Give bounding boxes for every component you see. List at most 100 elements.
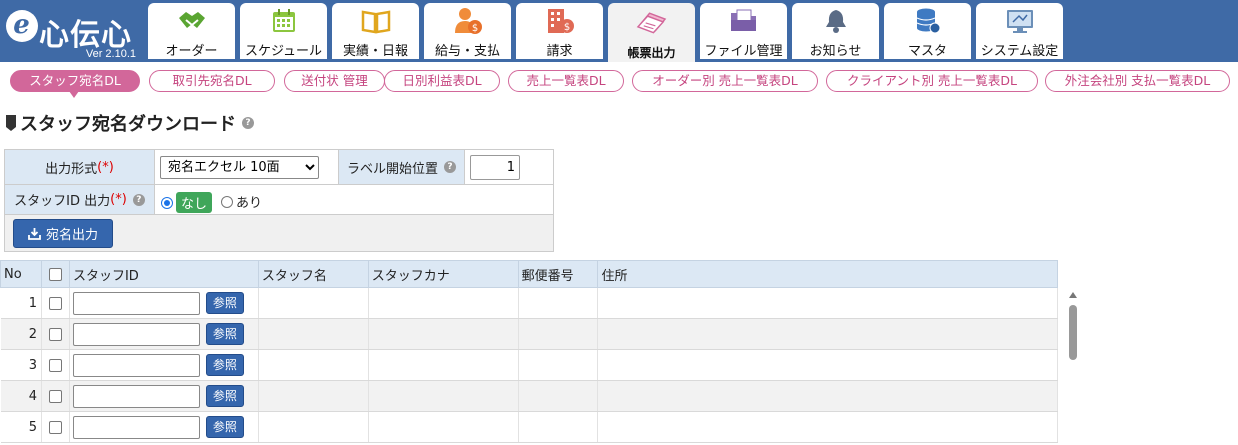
row-number: 5 xyxy=(0,411,42,443)
reference-button[interactable]: 参照 xyxy=(205,416,244,438)
nav-tab-schedule[interactable]: スケジュール xyxy=(240,3,327,59)
subtab-client-address-dl[interactable]: 取引先宛名DL xyxy=(149,70,275,92)
staff-id-cell: 参照 xyxy=(69,380,259,412)
output-format-select[interactable]: 宛名エクセル 10面 xyxy=(160,156,319,179)
staff-kana-cell xyxy=(368,318,519,350)
postal-code-cell xyxy=(518,380,599,412)
address-cell xyxy=(597,411,1058,443)
staff-name-cell xyxy=(258,349,369,381)
radio-none[interactable]: なし xyxy=(161,192,213,213)
staff-id-input[interactable] xyxy=(72,322,200,346)
subtab-cover-letter[interactable]: 送付状 管理 xyxy=(284,70,385,92)
table-row: 5 参照 xyxy=(0,411,1058,443)
help-icon[interactable]: ? xyxy=(444,161,456,173)
staff-id-input[interactable] xyxy=(72,384,200,408)
nav-tab-master[interactable]: マスタ xyxy=(884,3,971,59)
help-icon[interactable]: ? xyxy=(242,117,254,129)
download-options-form: 出力形式(*) 宛名エクセル 10面 ラベル開始位置? スタッフID 出力(*)… xyxy=(4,149,554,252)
row-number: 3 xyxy=(0,349,42,381)
subtab-daily-profit-dl[interactable]: 日別利益表DL xyxy=(384,70,500,92)
form-row-actions: 宛名出力 xyxy=(5,215,553,251)
col-header-select-all xyxy=(40,260,70,288)
row-checkbox[interactable] xyxy=(48,389,62,403)
nav-tab-order[interactable]: オーダー xyxy=(148,3,235,59)
staff-name-cell xyxy=(258,318,369,350)
scroll-up-arrow-icon[interactable] xyxy=(1069,292,1077,298)
address-cell xyxy=(597,318,1058,350)
label-start-position-input[interactable] xyxy=(470,155,520,180)
staff-name-cell xyxy=(258,380,369,412)
vertical-scrollbar-thumb[interactable] xyxy=(1069,305,1077,360)
row-checkbox[interactable] xyxy=(48,327,62,341)
nav-tab-billing[interactable]: $ 請求 xyxy=(516,3,603,59)
row-number: 2 xyxy=(0,318,42,350)
staff-table: No スタッフID スタッフ名 スタッフカナ 郵便番号 住所 1 参照 2 参照… xyxy=(0,260,1058,443)
address-cell xyxy=(597,349,1058,381)
postal-code-cell xyxy=(518,318,599,350)
row-checkbox[interactable] xyxy=(48,358,62,372)
help-icon[interactable]: ? xyxy=(132,193,145,206)
row-checkbox[interactable] xyxy=(48,296,62,310)
bell-icon xyxy=(820,7,851,35)
row-number: 1 xyxy=(0,287,42,319)
select-all-checkbox[interactable] xyxy=(48,267,62,281)
logo-e-icon: e xyxy=(6,10,38,42)
title-marker-icon xyxy=(6,115,16,131)
table-row: 3 参照 xyxy=(0,349,1058,381)
reference-button[interactable]: 参照 xyxy=(205,354,244,376)
staff-name-cell xyxy=(258,411,369,443)
nav-tab-payroll[interactable]: $ 給与・支払 xyxy=(424,3,511,59)
version-label: Ver 2.10.1 xyxy=(85,48,136,60)
nav-tab-notices[interactable]: お知らせ xyxy=(792,3,879,59)
app-logo[interactable]: e 心伝心 Ver 2.10.1 xyxy=(4,4,144,60)
col-header-address: 住所 xyxy=(597,260,1058,288)
col-header-postal-code: 郵便番号 xyxy=(517,260,599,288)
staff-id-input[interactable] xyxy=(72,415,200,439)
radio-none-dot[interactable] xyxy=(161,196,173,209)
radio-yes[interactable]: あり xyxy=(221,192,262,211)
table-header-row: No スタッフID スタッフ名 スタッフカナ 郵便番号 住所 xyxy=(0,260,1058,288)
col-header-staff-name: スタッフ名 xyxy=(257,260,369,288)
staff-id-cell: 参照 xyxy=(69,411,259,443)
svg-text:$: $ xyxy=(471,23,477,34)
staff-id-input[interactable] xyxy=(72,353,200,377)
handshake-icon xyxy=(176,7,207,35)
address-output-button[interactable]: 宛名出力 xyxy=(13,219,113,248)
subtab-vendor-payments-dl[interactable]: 外注会社別 支払一覧表DL xyxy=(1045,70,1230,92)
staff-kana-cell xyxy=(368,380,519,412)
postal-code-cell xyxy=(518,349,599,381)
nav-tab-results[interactable]: 実績・日報 xyxy=(332,3,419,59)
postal-code-cell xyxy=(518,287,599,319)
output-format-label: 出力形式 (*) xyxy=(5,150,155,184)
reference-button[interactable]: 参照 xyxy=(205,385,244,407)
nav-tab-files[interactable]: ファイル管理 xyxy=(700,3,787,59)
address-cell xyxy=(597,380,1058,412)
calendar-icon xyxy=(268,7,299,35)
row-checkbox[interactable] xyxy=(48,420,62,434)
open-book-icon xyxy=(360,7,391,35)
col-header-staff-kana: スタッフカナ xyxy=(367,260,519,288)
reference-button[interactable]: 参照 xyxy=(205,323,244,345)
table-row: 4 参照 xyxy=(0,380,1058,412)
staff-id-cell: 参照 xyxy=(69,287,259,319)
nav-tab-system-settings[interactable]: システム設定 xyxy=(976,3,1063,59)
col-header-no: No xyxy=(0,260,42,288)
radio-yes-dot[interactable] xyxy=(221,195,233,208)
nav-tab-reports[interactable]: 帳票出力 xyxy=(608,3,695,62)
database-icon xyxy=(912,7,943,35)
row-select-cell xyxy=(41,318,70,350)
document-stack-icon xyxy=(636,7,667,35)
svg-text:$: $ xyxy=(563,22,569,33)
row-number: 4 xyxy=(0,380,42,412)
reference-button[interactable]: 参照 xyxy=(205,292,244,314)
page-title: スタッフ宛名ダウンロード ? xyxy=(6,110,254,136)
table-row: 1 参照 xyxy=(0,287,1058,319)
staff-id-input[interactable] xyxy=(72,291,200,315)
subtab-order-sales-dl[interactable]: オーダー別 売上一覧表DL xyxy=(632,70,818,92)
row-select-cell xyxy=(41,287,70,319)
subtab-sales-list-dl[interactable]: 売上一覧表DL xyxy=(508,70,624,92)
subtab-staff-address-dl[interactable]: スタッフ宛名DL xyxy=(10,70,140,98)
subtab-client-sales-dl[interactable]: クライアント別 売上一覧表DL xyxy=(826,70,1038,92)
form-row-format: 出力形式 (*) 宛名エクセル 10面 ラベル開始位置? xyxy=(5,150,553,185)
download-icon xyxy=(28,228,41,240)
